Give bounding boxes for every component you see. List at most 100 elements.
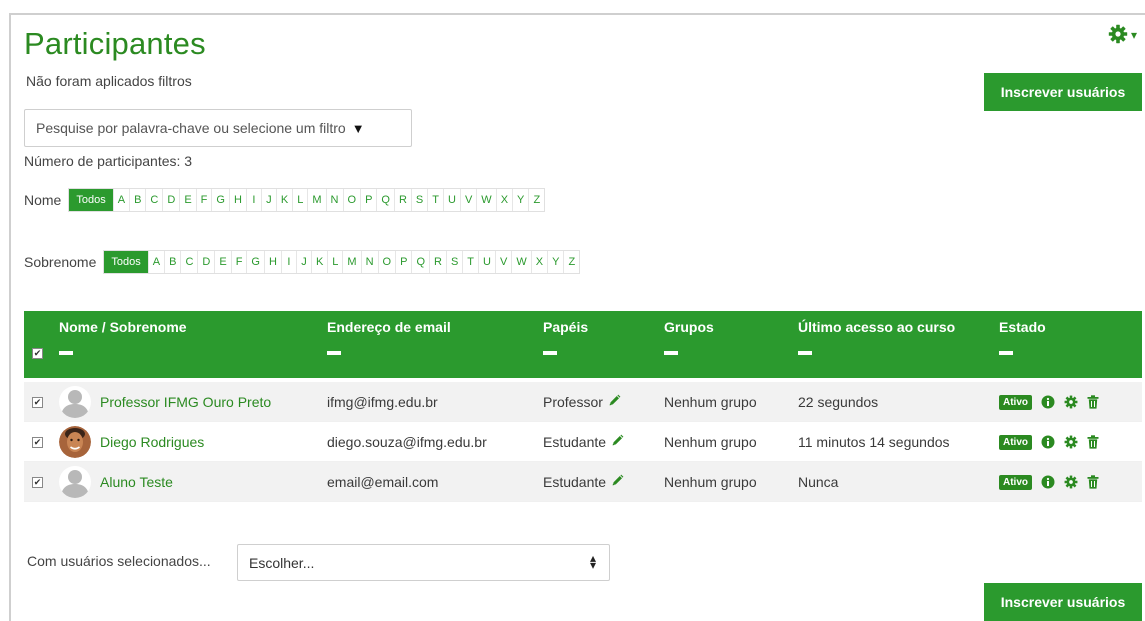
bulk-action-select[interactable]: Escolher... ▴ ▾ (237, 544, 610, 581)
last-name-initial-d[interactable]: D (198, 251, 216, 273)
enrolment-info-icon[interactable] (1041, 435, 1055, 449)
header-roles-collapse[interactable] (543, 351, 557, 355)
participant-name-link[interactable]: Professor IFMG Ouro Preto (100, 394, 271, 410)
enrolment-edit-gear-icon[interactable] (1064, 395, 1078, 409)
header-status-collapse[interactable] (999, 351, 1013, 355)
first-name-initial-m[interactable]: M (308, 189, 327, 211)
first-name-initial-u[interactable]: U (444, 189, 461, 211)
unenrol-trash-icon[interactable] (1087, 395, 1099, 409)
first-name-initial-s[interactable]: S (412, 189, 429, 211)
last-name-initial-all[interactable]: Todos (104, 251, 149, 273)
header-roles[interactable]: Papéis (543, 319, 588, 335)
last-name-initial-a[interactable]: A (149, 251, 166, 273)
first-name-initial-c[interactable]: C (146, 189, 164, 211)
first-name-initial-e[interactable]: E (180, 189, 197, 211)
header-email-collapse[interactable] (327, 351, 341, 355)
participant-name-link[interactable]: Diego Rodrigues (100, 434, 204, 450)
last-name-initial-i[interactable]: I (282, 251, 297, 273)
edit-role-pencil-icon[interactable] (611, 474, 624, 490)
table-row: ✔ Diego Rodrigues diego.souza@ifmg.edu.br E… (24, 422, 1142, 462)
last-name-initial-j[interactable]: J (297, 251, 312, 273)
first-name-initial-h[interactable]: H (230, 189, 247, 211)
select-all-checkbox[interactable]: ✔ (32, 348, 43, 359)
last-name-initial-b[interactable]: B (165, 251, 182, 273)
enrolment-edit-gear-icon[interactable] (1064, 475, 1078, 489)
first-name-initial-q[interactable]: Q (377, 189, 395, 211)
first-name-initial-r[interactable]: R (395, 189, 412, 211)
first-name-initial-all[interactable]: Todos (69, 189, 114, 211)
first-name-initial-x[interactable]: X (497, 189, 514, 211)
last-name-initial-k[interactable]: K (312, 251, 329, 273)
last-name-initial-p[interactable]: P (396, 251, 413, 273)
default-user-avatar-icon[interactable] (59, 386, 91, 418)
last-name-initial-m[interactable]: M (343, 251, 362, 273)
header-name[interactable]: Nome / Sobrenome (59, 319, 187, 335)
edit-role-pencil-icon[interactable] (608, 394, 621, 410)
last-name-initial-z[interactable]: Z (564, 251, 579, 273)
first-name-initial-w[interactable]: W (477, 189, 497, 211)
last-name-initial-g[interactable]: G (247, 251, 265, 273)
last-name-initial-o[interactable]: O (379, 251, 397, 273)
row-checkbox[interactable]: ✔ (32, 397, 43, 408)
last-name-initial-q[interactable]: Q (412, 251, 430, 273)
first-name-initials-label: Nome (24, 192, 62, 208)
last-name-initial-w[interactable]: W (512, 251, 532, 273)
last-name-initial-l[interactable]: L (328, 251, 344, 273)
unenrol-trash-icon[interactable] (1087, 475, 1099, 489)
first-name-initial-d[interactable]: D (163, 189, 181, 211)
header-groups-collapse[interactable] (664, 351, 678, 355)
first-name-initial-n[interactable]: N (327, 189, 344, 211)
first-name-initial-a[interactable]: A (114, 189, 131, 211)
header-email[interactable]: Endereço de email (327, 319, 451, 335)
first-name-initial-b[interactable]: B (130, 189, 147, 211)
header-last-access[interactable]: Último acesso ao curso (798, 319, 955, 335)
first-name-initial-o[interactable]: O (344, 189, 362, 211)
header-last-access-collapse[interactable] (798, 351, 812, 355)
first-name-initial-f[interactable]: F (197, 189, 213, 211)
enrolment-info-icon[interactable] (1041, 395, 1055, 409)
last-name-initial-f[interactable]: F (232, 251, 248, 273)
row-checkbox[interactable]: ✔ (32, 437, 43, 448)
last-name-initial-x[interactable]: X (532, 251, 549, 273)
status-badge: Ativo (999, 434, 1032, 450)
user-photo-avatar[interactable] (59, 426, 91, 458)
unenrol-trash-icon[interactable] (1087, 435, 1099, 449)
edit-role-pencil-icon[interactable] (611, 434, 624, 450)
first-name-initial-z[interactable]: Z (529, 189, 544, 211)
row-checkbox[interactable]: ✔ (32, 477, 43, 488)
status-badge: Ativo (999, 474, 1032, 490)
first-name-initial-j[interactable]: J (262, 189, 277, 211)
last-name-initial-c[interactable]: C (181, 251, 199, 273)
first-name-initial-v[interactable]: V (461, 189, 478, 211)
enroll-users-button-top[interactable]: Inscrever usuários (984, 73, 1142, 111)
last-name-initial-h[interactable]: H (265, 251, 282, 273)
enrolment-edit-gear-icon[interactable] (1064, 435, 1078, 449)
last-name-initials-buttons: Todos A B C D E F G H I J K L M N O P Q R S T U V W X Y Z (103, 250, 581, 274)
first-name-initial-y[interactable]: Y (513, 189, 530, 211)
header-name-collapse[interactable] (59, 351, 73, 355)
first-name-initial-p[interactable]: P (361, 189, 378, 211)
first-name-initial-i[interactable]: I (247, 189, 262, 211)
filter-search-select[interactable]: Pesquise por palavra-chave ou selecione … (24, 109, 412, 147)
caret-down-icon: ▾ (1131, 28, 1138, 42)
last-name-initial-v[interactable]: V (496, 251, 513, 273)
last-name-initial-r[interactable]: R (430, 251, 447, 273)
last-name-initial-n[interactable]: N (362, 251, 379, 273)
first-name-initial-t[interactable]: T (428, 189, 444, 211)
enroll-users-button-bottom[interactable]: Inscrever usuários (984, 583, 1142, 621)
first-name-initial-k[interactable]: K (277, 189, 294, 211)
last-name-initial-t[interactable]: T (463, 251, 480, 273)
default-user-avatar-icon[interactable] (59, 466, 91, 498)
participant-name-link[interactable]: Aluno Teste (100, 474, 173, 490)
last-name-initial-e[interactable]: E (215, 251, 232, 273)
last-name-initial-s[interactable]: S (447, 251, 464, 273)
last-name-initial-y[interactable]: Y (548, 251, 565, 273)
settings-menu[interactable]: ▾ (1108, 24, 1137, 44)
header-groups[interactable]: Grupos (664, 319, 714, 335)
enrolment-info-icon[interactable] (1041, 475, 1055, 489)
last-name-initial-u[interactable]: U (479, 251, 496, 273)
first-name-initial-g[interactable]: G (212, 189, 230, 211)
first-name-initial-l[interactable]: L (293, 189, 309, 211)
header-status[interactable]: Estado (999, 319, 1046, 335)
table-header: ✔ Nome / Sobrenome Endereço de email Pap… (24, 311, 1142, 378)
